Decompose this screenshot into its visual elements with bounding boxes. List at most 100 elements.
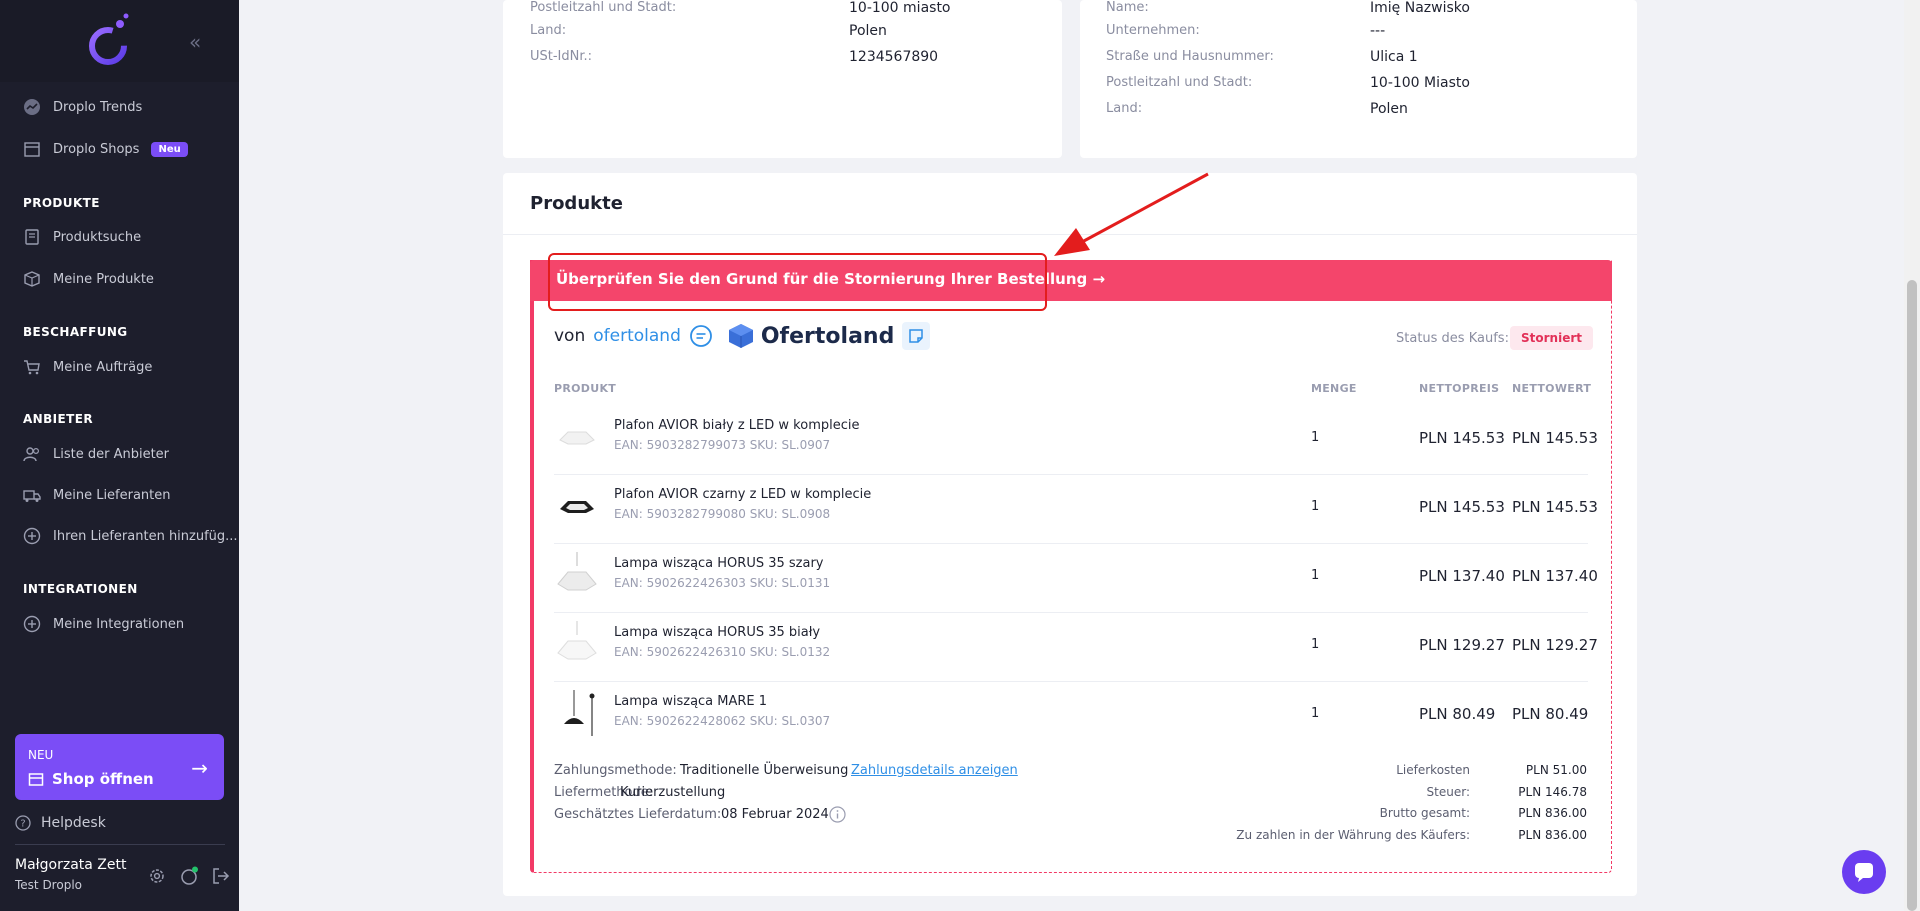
kv-value: 1234567890 — [849, 49, 939, 65]
sidebar-item-liste-der-anbieter[interactable]: Liste der Anbieter — [23, 443, 169, 465]
product-meta: EAN: 5903282799080 SKU: SL.0908 — [614, 507, 831, 521]
product-name[interactable]: Lampa wisząca HORUS 35 biały — [614, 625, 820, 640]
product-net-value: PLN 145.53 — [1512, 429, 1598, 447]
chat-notification-icon[interactable] — [179, 866, 199, 886]
product-net-price: PLN 145.53 — [1419, 429, 1505, 447]
note-icon — [909, 329, 924, 343]
droplo-logo-icon[interactable] — [86, 12, 134, 70]
delivery-date-label: Geschätztes Lieferdatum: — [554, 807, 722, 822]
billing-address-card: Postleitzahl und Stadt: 10-100 miasto La… — [503, 0, 1062, 158]
product-name[interactable]: Lampa wisząca HORUS 35 szary — [614, 556, 824, 571]
vendor-row: von ofertoland Ofertoland — [554, 322, 931, 350]
product-name[interactable]: Plafon AVIOR biały z LED w komplecie — [614, 418, 859, 433]
open-shop-card[interactable]: NEU Shop öffnen → — [15, 734, 224, 800]
product-qty: 1 — [1311, 499, 1320, 514]
live-chat-button[interactable] — [1842, 850, 1886, 894]
svg-text:?: ? — [20, 819, 25, 830]
sidebar-item-meine-auftraege[interactable]: Meine Aufträge — [23, 356, 152, 378]
open-shop-button[interactable]: Shop öffnen — [28, 770, 154, 788]
summary-value: PLN 836.00 — [1518, 806, 1587, 820]
payment-details-link[interactable]: Zahlungsdetails anzeigen — [851, 763, 1018, 778]
arrow-right-icon: → — [191, 756, 208, 780]
sidebar-item-droplo-trends[interactable]: Droplo Trends — [23, 96, 142, 118]
sidebar-item-label: Meine Lieferanten — [53, 487, 171, 503]
vendor-note-button[interactable] — [902, 322, 931, 350]
summary-label: Lieferkosten — [1396, 763, 1470, 777]
product-thumbnail[interactable] — [554, 690, 600, 736]
column-header-product: PRODUKT — [554, 382, 617, 395]
sidebar-item-meine-produkte[interactable]: Meine Produkte — [23, 268, 154, 290]
sidebar-item-label: Liste der Anbieter — [53, 446, 170, 462]
product-thumbnail[interactable] — [554, 414, 600, 460]
logout-icon[interactable] — [211, 866, 231, 886]
product-meta: EAN: 5903282799073 SKU: SL.0907 — [614, 438, 831, 452]
product-net-value: PLN 129.27 — [1512, 636, 1598, 654]
kv-value: Imię Nazwisko — [1370, 0, 1470, 16]
summary-value: PLN 51.00 — [1525, 763, 1587, 777]
sidebar-item-lieferanten-hinzufuegen[interactable]: Ihren Lieferanten hinzufüg... — [23, 525, 238, 547]
product-net-value: PLN 145.53 — [1512, 498, 1598, 516]
sidebar-item-meine-lieferanten[interactable]: Meine Lieferanten — [23, 484, 171, 506]
product-name[interactable]: Plafon AVIOR czarny z LED w komplecie — [614, 487, 871, 502]
scrollbar-thumb[interactable] — [1907, 280, 1917, 911]
column-header-net-value: NETTOWERT — [1512, 382, 1592, 395]
help-circle-icon: ? — [15, 815, 31, 831]
product-qty: 1 — [1311, 706, 1320, 721]
cube-logo-icon — [728, 324, 753, 348]
helpdesk-link[interactable]: ? Helpdesk — [15, 815, 106, 831]
user-shop: Test Droplo — [15, 878, 82, 892]
vendor-brand-name: Ofertoland — [760, 323, 895, 349]
helpdesk-label: Helpdesk — [41, 815, 106, 831]
product-net-price: PLN 145.53 — [1419, 498, 1505, 516]
products-title: Produkte — [530, 193, 623, 214]
collapse-sidebar-icon[interactable]: « — [189, 30, 201, 54]
sidebar-item-label: Meine Aufträge — [53, 359, 153, 375]
kv-value: --- — [1370, 23, 1386, 39]
store-icon — [28, 773, 44, 786]
shipping-address-card: Name: Imię Nazwisko Unternehmen: --- Str… — [1080, 0, 1637, 158]
delivery-method-value: Kurierzustellung — [620, 785, 726, 800]
sidebar-item-label: Produktsuche — [53, 229, 142, 245]
sidebar-item-label: Droplo Trends — [53, 99, 143, 115]
row-divider — [554, 681, 1588, 682]
summary-label: Zu zahlen in der Währung des Käufers: — [1236, 828, 1470, 842]
settings-icon[interactable] — [147, 866, 167, 886]
store-icon — [24, 142, 40, 157]
payment-method-value: Traditionelle Überweisung — [680, 763, 849, 778]
product-net-price: PLN 137.40 — [1419, 567, 1505, 585]
kv-value: 10-100 Miasto — [1370, 75, 1470, 91]
logo-area: « — [0, 0, 239, 82]
sidebar-item-droplo-shops[interactable]: Droplo Shops Neu — [23, 138, 188, 160]
product-name[interactable]: Lampa wisząca MARE 1 — [614, 694, 767, 709]
row-divider — [554, 612, 1588, 613]
user-actions — [147, 866, 231, 886]
section-title-beschaffung: BESCHAFFUNG — [23, 325, 128, 339]
vendor-link[interactable]: ofertoland — [593, 326, 681, 346]
sidebar-item-label: Meine Produkte — [53, 271, 154, 287]
user-name: Małgorzata Zett — [15, 857, 127, 873]
kv-label: Straße und Hausnummer: — [1106, 49, 1274, 64]
kv-label: Postleitzahl und Stadt: — [530, 0, 677, 15]
summary-label: Steuer: — [1426, 785, 1470, 799]
sidebar-item-meine-integrationen[interactable]: Meine Integrationen — [23, 613, 184, 635]
row-divider — [554, 543, 1588, 544]
trend-icon — [24, 99, 40, 115]
chat-bubble-icon[interactable] — [689, 324, 713, 348]
summary-value: PLN 146.78 — [1518, 785, 1587, 799]
info-icon[interactable] — [829, 806, 846, 823]
vendor-prefix: von — [554, 326, 586, 346]
shop-card-tag: NEU — [28, 748, 54, 762]
kv-label: Land: — [1106, 101, 1143, 116]
product-thumbnail[interactable] — [554, 552, 600, 598]
kv-label: Unternehmen: — [1106, 23, 1200, 38]
product-meta: EAN: 5902622428062 SKU: SL.0307 — [614, 714, 831, 728]
section-title-produkte: PRODUKTE — [23, 196, 100, 210]
kv-value: Polen — [849, 23, 887, 39]
sidebar-item-label: Droplo Shops — [53, 141, 140, 157]
product-thumbnail[interactable] — [554, 483, 600, 529]
plus-circle-icon — [23, 615, 41, 633]
product-thumbnail[interactable] — [554, 621, 600, 667]
sidebar-item-produktsuche[interactable]: Produktsuche — [23, 226, 141, 248]
product-net-value: PLN 137.40 — [1512, 567, 1598, 585]
kv-value: Polen — [1370, 101, 1408, 117]
